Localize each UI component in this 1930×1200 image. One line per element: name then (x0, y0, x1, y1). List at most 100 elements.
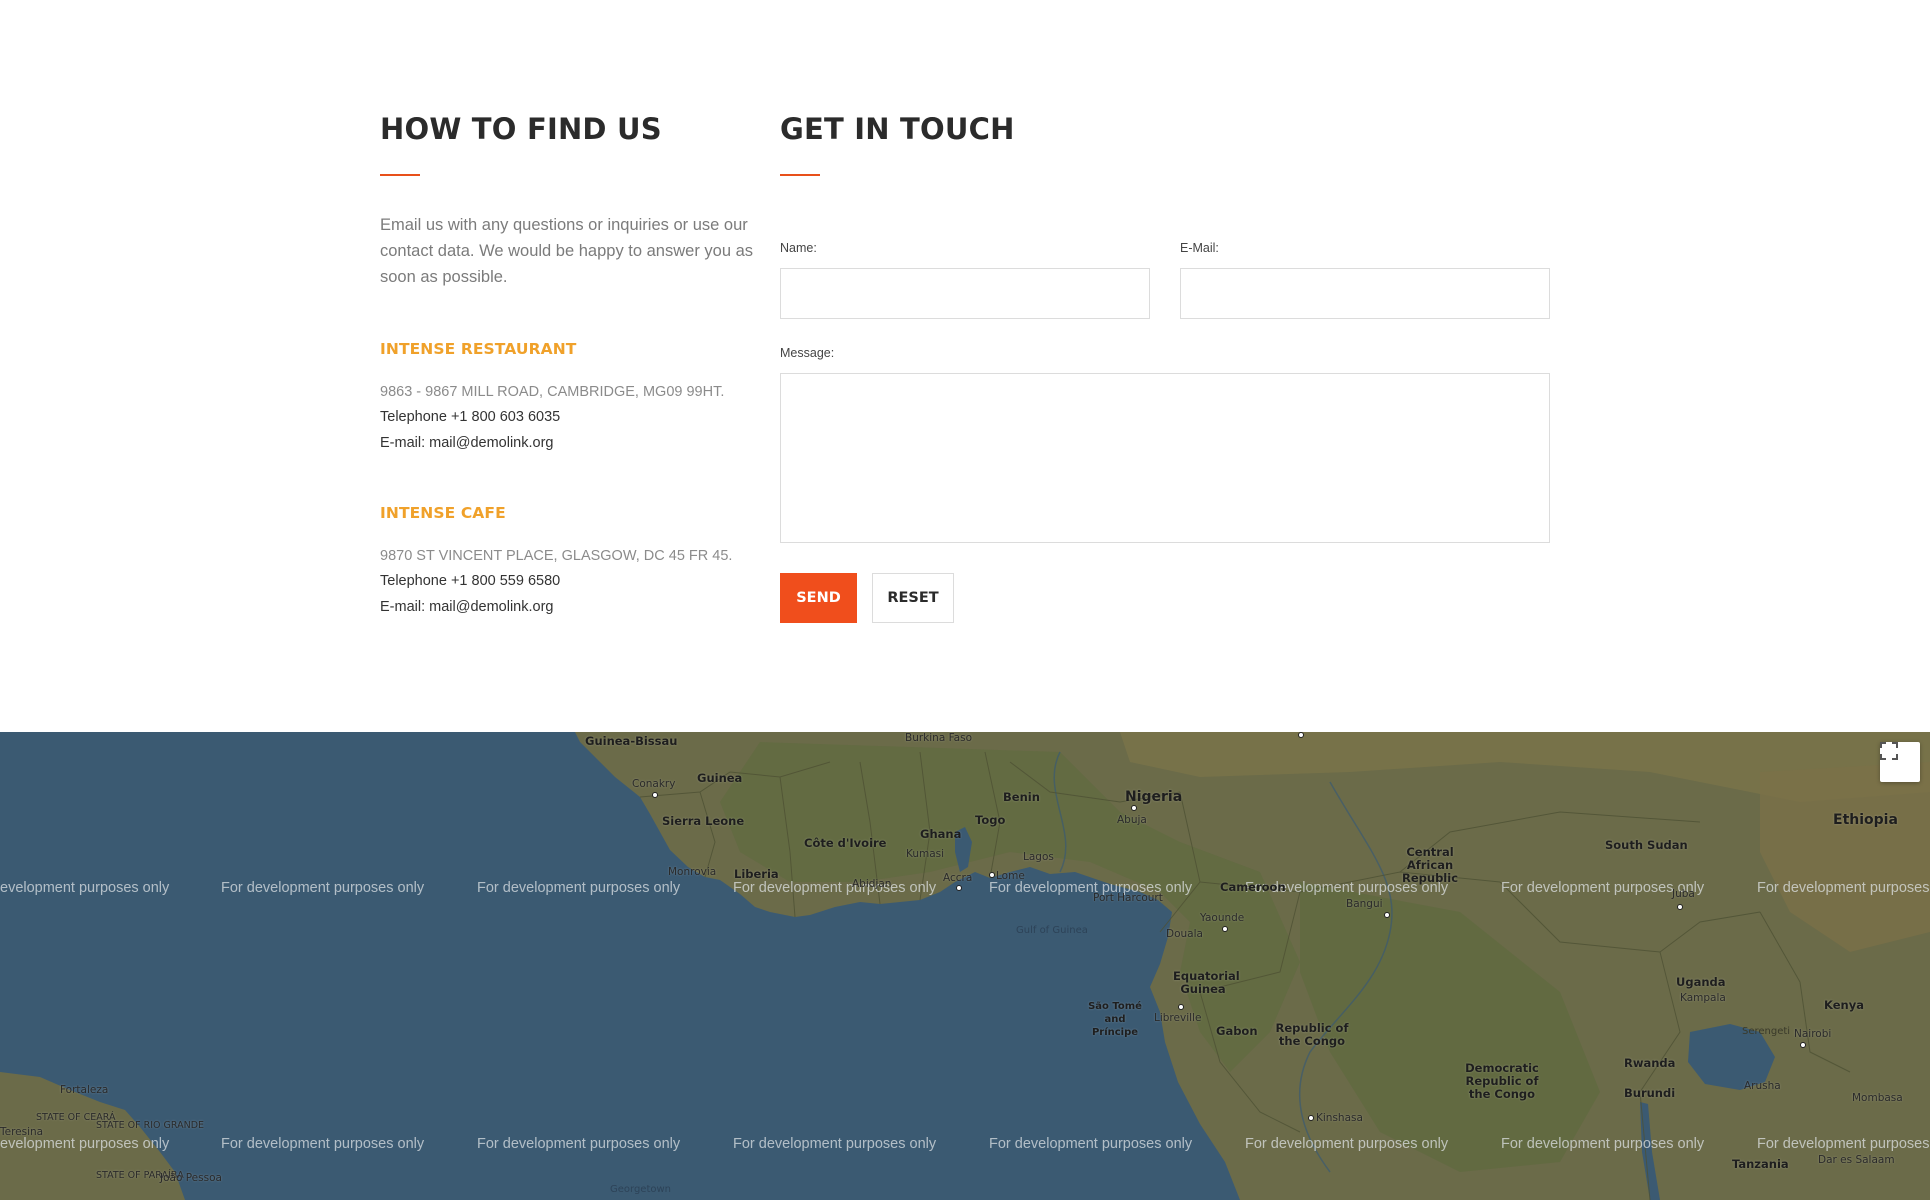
name-email-row: Name: E-Mail: (780, 240, 1550, 319)
find-us-intro: Email us with any questions or inquiries… (380, 216, 754, 286)
map-label-liberia: Liberia (734, 867, 779, 881)
map-label-kumasi: Kumasi (906, 848, 945, 860)
map-watermark: For development purposes (1757, 880, 1930, 896)
map-label-abuja: Abuja (1117, 814, 1147, 826)
map-label-teresina: Teresina (0, 1126, 44, 1138)
map-label-rwanda: Rwanda (1624, 1056, 1676, 1070)
cafe-block: INTENSE CAFE 9870 ST VINCENT PLACE, GLAS… (380, 504, 755, 620)
map-label-sao-tome: São Tomé and Príncipe (1088, 1001, 1142, 1038)
map[interactable]: evelopment purposes only For development… (0, 732, 1930, 1200)
restaurant-telephone[interactable]: Telephone +1 800 603 6035 (380, 405, 755, 431)
map-label-fortaleza: Fortaleza (60, 1084, 109, 1096)
map-label-libreville: Libreville (1154, 1012, 1202, 1024)
map-label-mombasa: Mombasa (1852, 1092, 1903, 1104)
map-label-central-african-republic: Central African Republic (1402, 845, 1459, 885)
city-dot (956, 885, 962, 891)
city-dot (1178, 1004, 1184, 1010)
map-label-dar-es-salaam: Dar es Salaam (1818, 1154, 1895, 1166)
cafe-name: INTENSE CAFE (380, 504, 506, 522)
map-watermark: For development purposes only (733, 880, 937, 896)
map-label-nigeria: Nigeria (1125, 789, 1183, 805)
email-group: E-Mail: (1180, 240, 1550, 319)
city-dot (1308, 1115, 1314, 1121)
map-label-cameroon: Cameroon (1220, 880, 1286, 894)
map-label-serengeti: Serengeti (1742, 1026, 1791, 1037)
find-us-title-underline (380, 174, 420, 176)
find-us-column: HOW TO FIND US Email us with any questio… (380, 108, 755, 620)
map-fullscreen-button[interactable] (1880, 742, 1920, 782)
map-label-accra: Accra (943, 872, 973, 884)
map-label-tanzania: Tanzania (1732, 1157, 1789, 1171)
map-label-abidjan: Abidjan (852, 878, 892, 890)
find-us-title: HOW TO FIND US (380, 112, 662, 146)
map-label-kinshasa: Kinshasa (1316, 1112, 1363, 1124)
restaurant-name: INTENSE RESTAURANT (380, 340, 577, 358)
map-label-arusha: Arusha (1744, 1080, 1781, 1092)
fullscreen-icon (1880, 742, 1898, 760)
map-watermark: For development purposes only (1245, 1136, 1449, 1152)
name-group: Name: (780, 240, 1150, 319)
map-label-uganda: Uganda (1676, 975, 1726, 989)
map-label-joao-pessoa: João Pessoa (160, 1172, 222, 1184)
contact-section: HOW TO FIND US Email us with any questio… (0, 0, 1930, 732)
map-label-drc: Democratic Republic of the Congo (1465, 1061, 1539, 1101)
map-label-burkina-faso: Burkina Faso (905, 732, 973, 744)
map-watermark: evelopment purposes only (0, 1136, 170, 1152)
city-dot (1800, 1042, 1806, 1048)
city-dot (1298, 732, 1304, 738)
map-label-douala: Douala (1166, 928, 1203, 940)
map-watermark: For development purposes (1757, 1136, 1930, 1152)
contact-form: Name: E-Mail: Message: SEND RESET (780, 240, 1550, 623)
form-buttons: SEND RESET (780, 573, 1550, 623)
email-label: E-Mail: (1180, 241, 1219, 255)
map-label-kenya: Kenya (1824, 998, 1864, 1012)
map-label-juba: Juba (1672, 888, 1695, 900)
cafe-address: 9870 ST VINCENT PLACE, GLASGOW, DC 45 FR… (380, 548, 733, 564)
name-field[interactable] (780, 268, 1150, 319)
map-watermark: For development purposes only (989, 1136, 1193, 1152)
map-watermark: For development purposes only (221, 880, 425, 896)
map-label-guinea-bissau: Guinea-Bissau (585, 734, 678, 748)
map-label-port-harcourt: Port Harcourt (1093, 892, 1163, 904)
map-label-ghana: Ghana (920, 827, 962, 841)
message-field[interactable] (780, 373, 1550, 543)
city-dot (652, 792, 658, 798)
city-dot (1677, 904, 1683, 910)
restaurant-block: INTENSE RESTAURANT 9863 - 9867 MILL ROAD… (380, 340, 755, 456)
map-label-ethiopia: Ethiopia (1833, 812, 1898, 828)
map-watermark: evelopment purposes only (0, 880, 170, 896)
map-label-equatorial-guinea: Equatorial Guinea (1173, 969, 1240, 996)
map-watermark: For development purposes only (1501, 1136, 1705, 1152)
map-watermark: For development purposes only (477, 880, 681, 896)
message-label: Message: (780, 346, 835, 360)
map-label-republic-of-the-congo: Republic of the Congo (1275, 1021, 1349, 1048)
map-label-south-sudan: South Sudan (1605, 838, 1688, 852)
map-label-sierra-leone: Sierra Leone (662, 814, 745, 828)
name-label: Name: (780, 241, 817, 255)
map-label-state-of-rio-grande: STATE OF RIO GRANDE (96, 1120, 205, 1131)
restaurant-address: 9863 - 9867 MILL ROAD, CAMBRIDGE, MG09 9… (380, 384, 725, 400)
map-label-yaounde: Yaounde (1200, 912, 1245, 924)
restaurant-email[interactable]: E-mail: mail@demolink.org (380, 431, 755, 457)
city-dot (1222, 926, 1228, 932)
map-watermark: For development purposes only (477, 1136, 681, 1152)
map-watermark: For development purposes only (221, 1136, 425, 1152)
contact-form-column: GET IN TOUCH Name: E-Mail: Message: SEND (780, 108, 1550, 623)
cafe-email[interactable]: E-mail: mail@demolink.org (380, 595, 755, 621)
get-in-touch-title: GET IN TOUCH (780, 112, 1015, 146)
map-label-nairobi: Nairobi (1794, 1028, 1832, 1040)
reset-button[interactable]: RESET (872, 573, 954, 623)
get-in-touch-title-underline (780, 174, 820, 176)
email-field[interactable] (1180, 268, 1550, 319)
message-group: Message: (780, 345, 1550, 543)
send-button[interactable]: SEND (780, 573, 857, 623)
map-label-bangui: Bangui (1346, 898, 1383, 910)
map-label-togo: Togo (975, 813, 1006, 827)
map-label-gabon: Gabon (1216, 1024, 1258, 1038)
map-label-georgetown: Georgetown (610, 1184, 672, 1195)
map-label-burundi: Burundi (1624, 1086, 1676, 1100)
map-label-lome: Lome (996, 870, 1025, 882)
cafe-telephone[interactable]: Telephone +1 800 559 6580 (380, 569, 755, 595)
map-watermark: For development purposes only (733, 1136, 937, 1152)
map-label-gulf-of-guinea: Gulf of Guinea (1016, 925, 1088, 936)
